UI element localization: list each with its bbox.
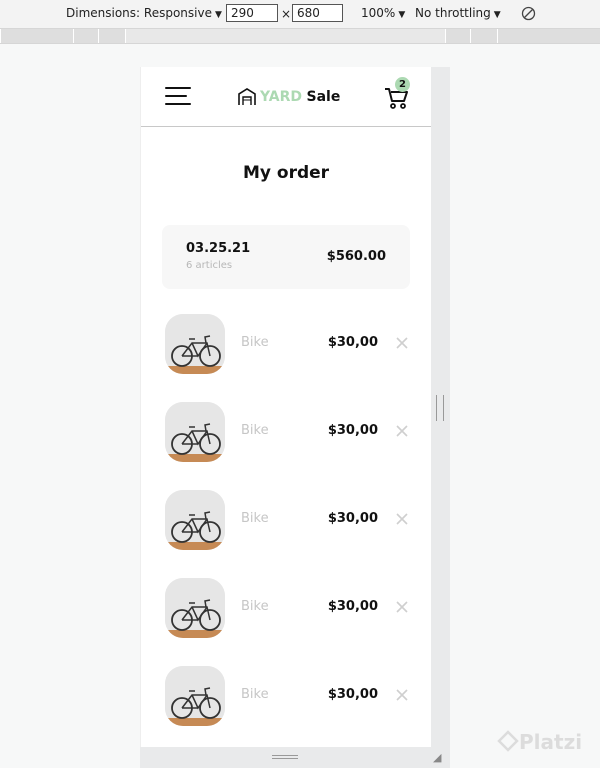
order-item-row: Bike $30,00 <box>165 666 415 726</box>
app-header: YARD Sale 2 <box>141 67 431 127</box>
item-name: Bike <box>241 335 269 350</box>
caret-down-icon: ▼ <box>493 10 501 20</box>
viewport-height-input[interactable] <box>292 4 343 22</box>
zoom-dropdown[interactable]: 100% ▼ <box>361 6 405 20</box>
times-sign: × <box>281 7 292 21</box>
viewport-width-input[interactable] <box>226 4 278 22</box>
bike-thumbnail-image[interactable] <box>165 666 225 726</box>
zoom-label: 100% <box>361 6 396 20</box>
caret-down-icon: ▼ <box>398 10 406 20</box>
media-query-ruler <box>0 28 600 44</box>
close-icon[interactable] <box>395 600 409 614</box>
order-item-row: Bike $30,00 <box>165 314 415 374</box>
throttling-label: No throttling <box>415 6 491 20</box>
platzi-watermark-text: Platzi <box>519 730 583 754</box>
order-total: $560.00 <box>326 249 386 264</box>
corner-resize-icon[interactable]: ◢ <box>433 751 441 764</box>
bike-thumbnail-image[interactable] <box>165 578 225 638</box>
rotate-icon[interactable] <box>521 6 536 21</box>
yard-sale-logo-icon <box>238 88 256 105</box>
close-icon[interactable] <box>395 688 409 702</box>
item-price: $30,00 <box>327 335 378 350</box>
item-name: Bike <box>241 423 269 438</box>
bike-thumbnail-image[interactable] <box>165 314 225 374</box>
caret-down-icon: ▼ <box>214 10 222 20</box>
item-price: $30,00 <box>327 687 378 702</box>
platzi-watermark: Platzi <box>497 730 582 754</box>
item-name: Bike <box>241 599 269 614</box>
bike-thumbnail-image[interactable] <box>165 490 225 550</box>
cart-count-badge: 2 <box>395 77 410 92</box>
dimensions-label: Dimensions: Responsive <box>66 6 212 20</box>
item-name: Bike <box>241 511 269 526</box>
close-icon[interactable] <box>395 424 409 438</box>
item-price: $30,00 <box>327 511 378 526</box>
order-item-row: Bike $30,00 <box>165 490 415 550</box>
logo-yard-text: YARD <box>260 89 303 105</box>
close-icon[interactable] <box>395 336 409 350</box>
bottom-resize-handle[interactable] <box>272 755 298 759</box>
order-summary: 03.25.21 6 articles $560.00 <box>162 225 410 289</box>
logo[interactable]: YARD Sale <box>237 86 340 108</box>
devtools-toolbar: Dimensions: Responsive▼ × 100%▼ No throt… <box>0 0 600 28</box>
viewport-resize-handle[interactable] <box>436 395 444 421</box>
throttling-dropdown[interactable]: No throttling ▼ <box>415 6 501 20</box>
order-article-count: 6 articles <box>186 260 233 271</box>
page-title: My order <box>242 163 330 183</box>
item-price: $30,00 <box>327 423 378 438</box>
menu-icon[interactable] <box>165 87 191 107</box>
order-date: 03.25.21 <box>186 241 251 256</box>
order-item-row: Bike $30,00 <box>165 578 415 638</box>
logo-sale-text: Sale <box>306 89 341 105</box>
bike-thumbnail-image[interactable] <box>165 402 225 462</box>
close-icon[interactable] <box>395 512 409 526</box>
item-name: Bike <box>241 687 269 702</box>
dimensions-dropdown[interactable]: Dimensions: Responsive ▼ <box>66 6 222 20</box>
item-price: $30,00 <box>327 599 378 614</box>
viewport-bottom-gutter <box>140 747 450 768</box>
platzi-logo-icon <box>497 730 519 752</box>
order-item-row: Bike $30,00 <box>165 402 415 462</box>
app-viewport: YARD Sale 2 My order 03.25.21 6 articles… <box>140 67 431 747</box>
